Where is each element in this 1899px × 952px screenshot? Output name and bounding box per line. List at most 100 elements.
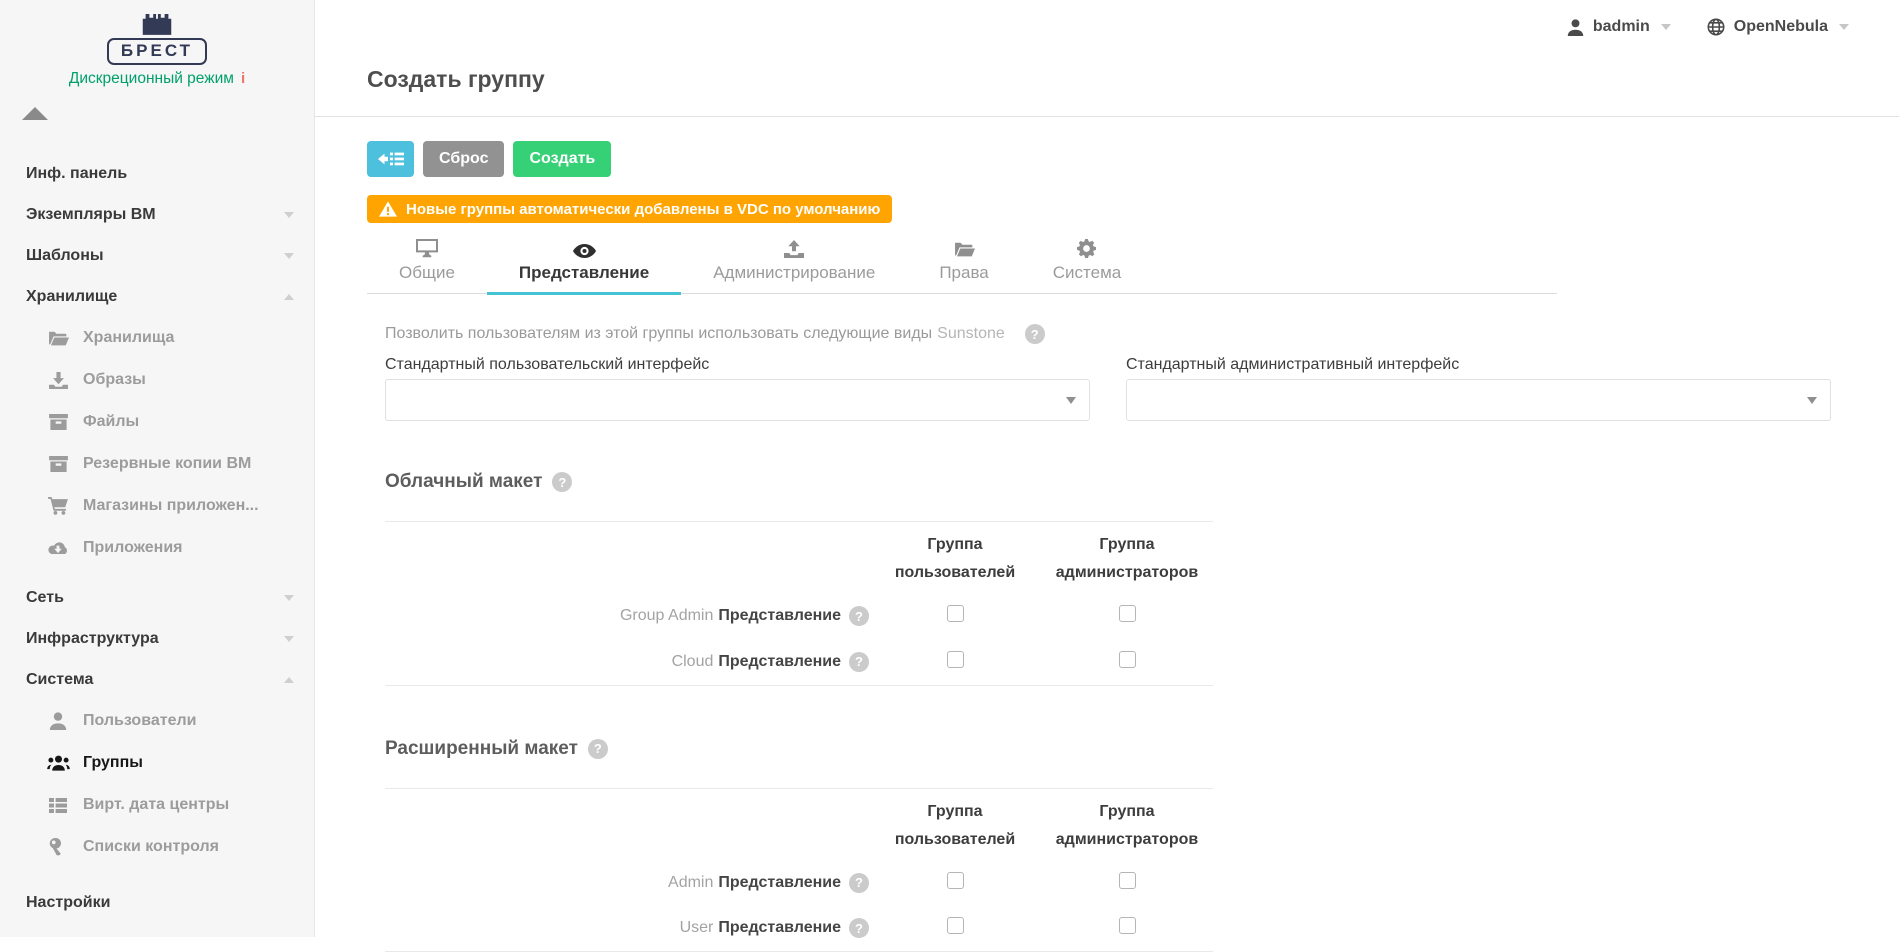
back-to-list-button[interactable]	[367, 141, 414, 177]
checkbox-admin-group[interactable]	[1119, 917, 1136, 934]
zone-menu[interactable]: OpenNebula	[1707, 18, 1849, 36]
chevron-down-icon	[1661, 24, 1671, 30]
sidebar-menu: Инф. панель Экземпляры ВМ Шаблоны Хранил…	[0, 153, 314, 923]
checkbox-admin-group[interactable]	[1119, 872, 1136, 889]
table-row: Cloud Представление ?	[385, 639, 1213, 685]
create-button[interactable]: Создать	[513, 141, 611, 177]
zone-menu-label: OpenNebula	[1734, 18, 1828, 36]
advanced-layout-heading: Расширенный макет ?	[385, 738, 1899, 760]
download-icon	[46, 372, 70, 389]
user-icon	[1567, 19, 1584, 36]
upload-icon	[784, 235, 804, 258]
brand-name: БРЕСТ	[107, 38, 207, 65]
checkbox-user-group[interactable]	[947, 605, 964, 622]
column-header-user-group: Группа пользователей	[869, 788, 1041, 860]
tab-system[interactable]: Система	[1021, 231, 1153, 293]
warning-text: Новые группы автоматически добавлены в V…	[406, 201, 880, 218]
sidebar-item-groups[interactable]: Группы	[0, 742, 314, 784]
sidebar-collapse-icon[interactable]	[22, 107, 48, 120]
checkbox-user-group[interactable]	[947, 651, 964, 668]
help-icon[interactable]: ?	[849, 606, 869, 626]
brand-logo: БРЕСТ Дискреционный режимi	[0, 0, 314, 88]
dropdown-caret-icon	[1066, 397, 1076, 404]
checkbox-admin-group[interactable]	[1119, 651, 1136, 668]
default-admin-view-label: Стандартный административный интерфейс	[1126, 356, 1831, 374]
sidebar-item-users[interactable]: Пользователи	[0, 700, 314, 742]
vdc-warning-banner: Новые группы автоматически добавлены в V…	[367, 195, 892, 223]
chevron-down-icon	[284, 253, 294, 259]
action-toolbar: Сброс Создать	[367, 141, 1899, 177]
sidebar-item-storage[interactable]: Хранилище	[0, 276, 314, 317]
table-row: Admin Представление ?	[385, 860, 1213, 906]
help-icon[interactable]: ?	[849, 918, 869, 938]
help-icon[interactable]: ?	[588, 739, 608, 759]
sidebar-item-apps[interactable]: Приложения	[0, 527, 314, 569]
user-menu[interactable]: badmin	[1567, 18, 1671, 36]
security-mode-label: Дискреционный режимi	[0, 70, 314, 88]
sidebar: БРЕСТ Дискреционный режимi Инф. панель Э…	[0, 0, 315, 937]
chevron-down-icon	[1839, 24, 1849, 30]
sidebar-item-vm-instances[interactable]: Экземпляры ВМ	[0, 194, 314, 235]
tab-admin[interactable]: Администрирование	[681, 231, 907, 293]
cloud-layout-table: Группа пользователей Группа администрато…	[385, 521, 1213, 686]
page-title: Создать группу	[367, 66, 1899, 93]
sidebar-item-settings[interactable]: Настройки	[0, 882, 314, 923]
checkbox-user-group[interactable]	[947, 917, 964, 934]
sidebar-item-files[interactable]: Файлы	[0, 401, 314, 443]
chevron-up-icon	[284, 294, 294, 300]
help-icon[interactable]: ?	[1025, 324, 1045, 344]
sidebar-item-vdc[interactable]: Вирт. дата центры	[0, 784, 314, 826]
sidebar-item-datastores[interactable]: Хранилища	[0, 317, 314, 359]
views-form: Позволить пользователям из этой группы и…	[385, 324, 1899, 952]
sidebar-item-acl[interactable]: Списки контроля	[0, 826, 314, 868]
tab-views[interactable]: Представление	[487, 231, 681, 293]
advanced-layout-table: Группа пользователей Группа администрато…	[385, 788, 1213, 952]
reset-button[interactable]: Сброс	[423, 141, 504, 177]
castle-icon	[138, 10, 176, 35]
default-views-selects: Стандартный пользовательский интерфейс С…	[385, 356, 1899, 421]
warning-icon	[379, 201, 397, 217]
sidebar-item-vm-backups[interactable]: Резервные копии ВМ	[0, 443, 314, 485]
back-list-icon	[378, 151, 404, 167]
cloud-download-icon	[46, 541, 70, 556]
topbar: badmin OpenNebula	[315, 0, 1899, 54]
main-area: badmin OpenNebula Создать группу	[315, 0, 1899, 937]
archive-box-icon	[46, 414, 70, 430]
help-icon[interactable]: ?	[849, 873, 869, 893]
sidebar-item-infrastructure[interactable]: Инфраструктура	[0, 618, 314, 659]
dropdown-caret-icon	[1807, 397, 1817, 404]
help-icon[interactable]: ?	[849, 652, 869, 672]
globe-icon	[1707, 18, 1725, 36]
sidebar-item-marketplaces[interactable]: Магазины приложен...	[0, 485, 314, 527]
default-user-view-select[interactable]	[385, 379, 1090, 421]
info-icon[interactable]: i	[241, 70, 245, 87]
tab-permissions[interactable]: Права	[907, 231, 1020, 293]
column-header-user-group: Группа пользователей	[869, 522, 1041, 594]
desktop-icon	[416, 235, 438, 258]
content: Сброс Создать Новые группы автоматически…	[315, 117, 1899, 952]
sidebar-item-network[interactable]: Сеть	[0, 577, 314, 618]
default-admin-view-select[interactable]	[1126, 379, 1831, 421]
table-row: Group Admin Представление ?	[385, 593, 1213, 639]
checkbox-user-group[interactable]	[947, 872, 964, 889]
cart-icon	[46, 497, 70, 515]
chevron-down-icon	[284, 636, 294, 642]
sidebar-item-dashboard[interactable]: Инф. панель	[0, 153, 314, 194]
sidebar-item-images[interactable]: Образы	[0, 359, 314, 401]
gear-icon	[1077, 235, 1096, 258]
archive-box-icon	[46, 456, 70, 472]
user-menu-label: badmin	[1593, 18, 1650, 36]
sidebar-item-templates[interactable]: Шаблоны	[0, 235, 314, 276]
help-icon[interactable]: ?	[552, 472, 572, 492]
folder-open-icon	[46, 329, 70, 347]
chevron-down-icon	[284, 212, 294, 218]
sunstone-views-hint: Позволить пользователям из этой группы и…	[385, 324, 1899, 344]
table-row: User Представление ?	[385, 906, 1213, 952]
column-header-admin-group: Группа администраторов	[1041, 788, 1213, 860]
app-window: БРЕСТ Дискреционный режимi Инф. панель Э…	[0, 0, 1899, 937]
user-icon	[46, 712, 70, 730]
tab-general[interactable]: Общие	[367, 231, 487, 293]
list-grid-icon	[46, 798, 70, 813]
sidebar-item-system[interactable]: Система	[0, 659, 314, 700]
checkbox-admin-group[interactable]	[1119, 605, 1136, 622]
